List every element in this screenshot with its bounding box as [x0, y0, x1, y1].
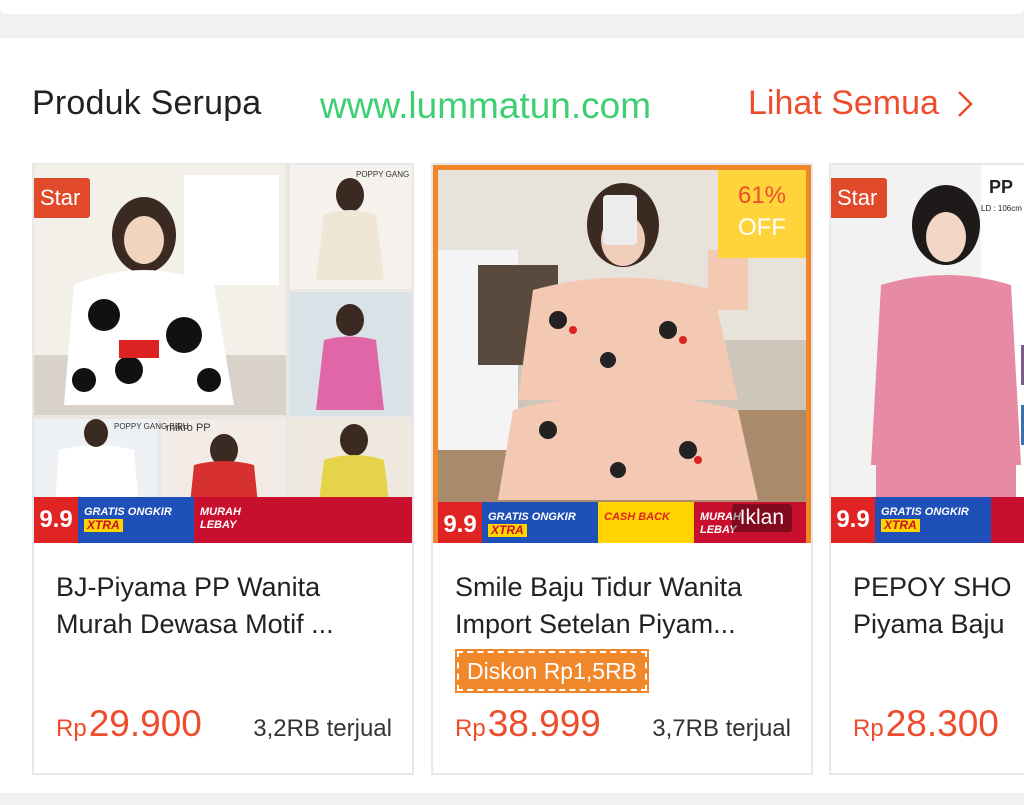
bottom-gap — [0, 793, 1024, 805]
discount-percent-badge: 61% OFF — [718, 170, 806, 258]
product-image[interactable]: POPPY GANG KREM POPPY GANG BIRU mikro PP… — [34, 165, 412, 543]
discount-percent: 61% — [737, 182, 787, 209]
promo-free-shipping: GRATIS ONGKIR XTRA — [875, 497, 991, 543]
promo-xtra-label: XTRA — [488, 524, 527, 537]
promo-murah-lebay: MURAH LEBAY — [194, 497, 284, 543]
product-name-line2: Import Setelan Piyam... — [455, 609, 736, 639]
promo-free-shipping: GRATIS ONGKIR XTRA — [78, 497, 194, 543]
image-label-ld: LD : 106cm — [981, 204, 1022, 213]
section-header: Produk Serupa www.lummatun.com Lihat Sem… — [0, 38, 1024, 163]
ad-label: Iklan — [731, 504, 792, 532]
see-all-label: Lihat Semua — [748, 84, 939, 122]
promo-free-shipping-label: GRATIS ONGKIR — [881, 506, 969, 518]
promo-cashback: CASH BACK — [598, 502, 694, 543]
section-title: Produk Serupa — [32, 84, 262, 122]
promo-free-shipping-label: GRATIS ONGKIR — [84, 506, 172, 518]
promo-99-badge: 9.9 — [438, 502, 482, 543]
product-card[interactable]: PP LD : 106cm Star 9.9 GRATIS ONGKIR XTR… — [829, 163, 1024, 775]
image-label-pp: PP — [989, 177, 1013, 197]
product-name-line1: BJ-Piyama PP Wanita — [56, 572, 321, 602]
product-name-line1: Smile Baju Tidur Wanita — [455, 572, 743, 602]
promo-filler — [991, 497, 1024, 543]
price-currency: Rp — [455, 715, 486, 742]
promo-free-shipping: GRATIS ONGKIR XTRA — [482, 502, 598, 543]
promo-99-badge: 9.9 — [831, 497, 875, 543]
product-image[interactable]: PP LD : 106cm Star 9.9 GRATIS ONGKIR XTR… — [831, 165, 1024, 543]
product-image[interactable]: 61% OFF 9.9 GRATIS ONGKIR XTRA CASH BACK… — [433, 165, 811, 543]
see-all-link[interactable]: Lihat Semua — [748, 84, 975, 123]
product-photo: PP LD : 106cm — [831, 165, 1024, 543]
promo-strip: 9.9 GRATIS ONGKIR XTRA MURAH LEBAY — [34, 497, 412, 543]
sold-count: 3,7RB terjual — [652, 715, 791, 742]
previous-section-card — [0, 0, 1024, 14]
price-currency: Rp — [56, 715, 87, 742]
collage-label-3: mikro PP — [166, 422, 211, 434]
product-name-line2: Murah Dewasa Motif ... — [56, 609, 334, 639]
promo-99-badge: 9.9 — [34, 497, 78, 543]
collage-label-1: POPPY GANG KREM — [356, 170, 412, 179]
product-photo-collage: POPPY GANG KREM POPPY GANG BIRU mikro PP — [34, 165, 412, 543]
star-badge: Star — [34, 178, 91, 224]
product-card[interactable]: 61% OFF 9.9 GRATIS ONGKIR XTRA CASH BACK… — [431, 163, 813, 775]
sold-count: 3,2RB terjual — [253, 715, 392, 742]
product-name: BJ-Piyama PP Wanita Murah Dewasa Motif .… — [56, 569, 396, 643]
discount-off-label: OFF — [738, 214, 786, 241]
promo-strip: 9.9 GRATIS ONGKIR XTRA — [831, 497, 1024, 543]
product-price: Rp 28.300 — [853, 703, 999, 745]
similar-products-section: Produk Serupa www.lummatun.com Lihat Sem… — [0, 38, 1024, 793]
promo-free-shipping-label: GRATIS ONGKIR — [488, 511, 576, 523]
watermark-text: www.lummatun.com — [320, 85, 652, 126]
product-name-line1: PEPOY SHO — [853, 572, 1012, 602]
discount-voucher-tag: Diskon Rp1,5RB — [454, 649, 650, 693]
price-value: 38.999 — [487, 703, 601, 744]
price-currency: Rp — [853, 715, 884, 742]
price-value: 28.300 — [885, 703, 999, 744]
promo-xtra-label: XTRA — [84, 519, 123, 532]
product-price: Rp 38.999 — [455, 703, 601, 745]
star-badge: Star — [831, 178, 888, 224]
promo-xtra-label: XTRA — [881, 519, 920, 532]
product-card[interactable]: POPPY GANG KREM POPPY GANG BIRU mikro PP… — [32, 163, 414, 775]
product-price: Rp 29.900 — [56, 703, 202, 745]
promo-filler — [284, 497, 412, 543]
product-name-line2: Piyama Baju — [853, 609, 1005, 639]
product-name: PEPOY SHO Piyama Baju — [853, 569, 1024, 643]
chevron-right-icon — [958, 90, 973, 117]
price-value: 29.900 — [88, 703, 202, 744]
product-name: Smile Baju Tidur Wanita Import Setelan P… — [455, 569, 795, 643]
